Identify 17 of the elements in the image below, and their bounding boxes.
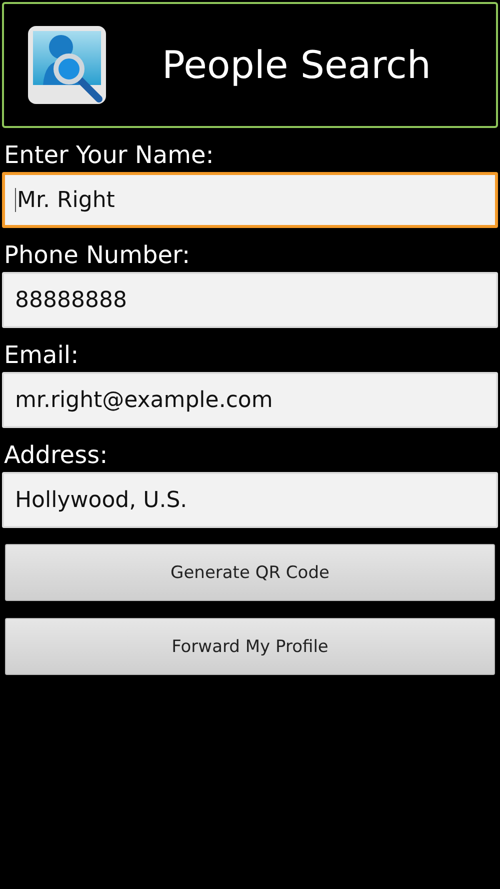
action-button[interactable]: Generate QR Code [5,544,495,601]
input-field[interactable]: Hollywood, U.S. [2,472,498,528]
field-label: Address: [3,440,109,470]
field-value: 88888888 [15,288,127,312]
person-search-icon [27,25,107,105]
input-field[interactable]: mr.right@example.com [2,372,498,428]
field-value: Hollywood, U.S. [15,488,188,512]
field-value: Mr. Right [17,188,115,212]
app-title: People Search [161,43,432,87]
field-value: mr.right@example.com [15,388,273,412]
field-label: Email: [3,340,80,370]
input-field[interactable]: 88888888 [2,272,498,328]
field-label: Phone Number: [3,240,192,270]
input-field[interactable]: Mr. Right [2,172,498,228]
action-button[interactable]: Forward My Profile [5,618,495,675]
text-cursor [15,188,16,212]
field-label: Enter Your Name: [3,140,215,170]
